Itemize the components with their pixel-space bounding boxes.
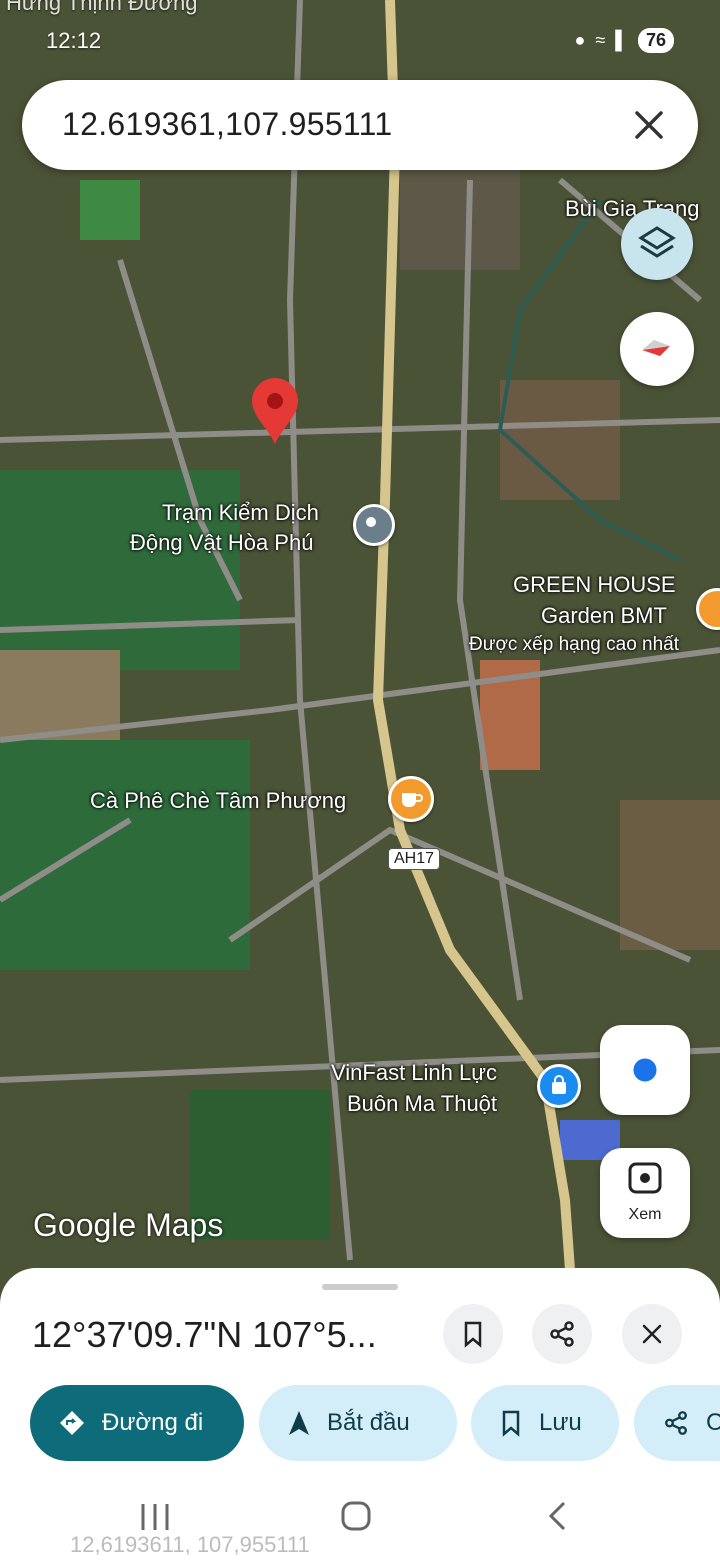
system-nav-bar: 12,6193611, 107,955111: [0, 1480, 720, 1560]
wifi-icon: ≈: [595, 30, 606, 50]
search-input[interactable]: 12.619361,107.955111: [62, 106, 392, 143]
close-sheet-button[interactable]: [622, 1304, 682, 1364]
recent-apps-icon[interactable]: [138, 1502, 172, 1532]
my-location-button[interactable]: [600, 1025, 690, 1115]
share-icon: [550, 1321, 574, 1347]
share-icon: [665, 1411, 687, 1435]
signal-icon: ▌: [615, 30, 628, 50]
navigation-arrow-icon: [289, 1411, 309, 1435]
map-label-tram-line2[interactable]: Động Vật Hòa Phú: [130, 530, 313, 556]
my-location-icon: [630, 1055, 660, 1085]
start-button[interactable]: Bắt đầu: [259, 1385, 457, 1461]
search-bar[interactable]: 12.619361,107.955111: [22, 80, 698, 170]
lens-icon: [628, 1162, 662, 1194]
map-label-green-line1[interactable]: GREEN HOUSE: [513, 572, 676, 598]
cafe-icon[interactable]: [388, 776, 434, 822]
bookmark-icon: [502, 1410, 520, 1437]
map-label-vinfast-line2[interactable]: Buôn Ma Thuột: [347, 1091, 497, 1117]
status-time: 12:12: [46, 28, 102, 53]
landmark-pin-icon[interactable]: [353, 504, 395, 546]
map-label-vinfast-line1[interactable]: VinFast Linh Lực: [331, 1060, 497, 1086]
close-icon: [642, 1324, 662, 1344]
layers-icon: [638, 226, 676, 258]
status-bar: 12:12 ● ≈ ▌ 76: [0, 0, 720, 80]
compass-icon: [642, 340, 670, 356]
clear-search-icon[interactable]: [626, 102, 672, 148]
google-maps-logo: Google Maps: [33, 1207, 224, 1243]
bookmark-button[interactable]: [443, 1304, 503, 1364]
start-label: Bắt đầu: [327, 1409, 410, 1436]
directions-button[interactable]: Đường đi: [30, 1385, 244, 1461]
share-button[interactable]: [532, 1304, 592, 1364]
save-button[interactable]: Lưu: [471, 1385, 619, 1461]
road-shield-ah17: AH17: [388, 848, 441, 870]
battery-level: 76: [637, 28, 674, 53]
layers-button[interactable]: [621, 208, 693, 280]
lens-label: Xem: [628, 1206, 662, 1223]
share-chip-button[interactable]: C: [634, 1385, 720, 1461]
location-status-icon: ●: [574, 30, 586, 50]
map-label-green-line3: Được xếp hạng cao nhất: [469, 634, 680, 655]
share-chip-label: C: [706, 1409, 720, 1436]
place-coordinates: 12°37'09.7"N 107°5...: [32, 1314, 377, 1355]
directions-label: Đường đi: [102, 1409, 204, 1436]
sheet-drag-handle[interactable]: [322, 1284, 398, 1290]
ghost-coords-text: 12,6193611, 107,955111: [70, 1532, 310, 1557]
shopping-bag-icon[interactable]: [537, 1064, 581, 1108]
map-label-green-line2[interactable]: Garden BMT: [541, 603, 667, 629]
compass-button[interactable]: [620, 312, 694, 386]
bookmark-icon: [464, 1321, 482, 1348]
back-icon[interactable]: [546, 1500, 570, 1532]
home-icon[interactable]: [340, 1500, 372, 1532]
save-label: Lưu: [539, 1409, 582, 1436]
map-label-tram-line1[interactable]: Trạm Kiểm Dịch: [162, 500, 319, 526]
status-icons: ● ≈ ▌ 76: [574, 28, 674, 53]
dropped-pin-icon[interactable]: [248, 376, 302, 446]
map-label-cafe[interactable]: Cà Phê Chè Tâm Phương: [90, 788, 346, 814]
directions-icon: [60, 1411, 84, 1435]
lens-button[interactable]: Xem: [600, 1148, 690, 1238]
